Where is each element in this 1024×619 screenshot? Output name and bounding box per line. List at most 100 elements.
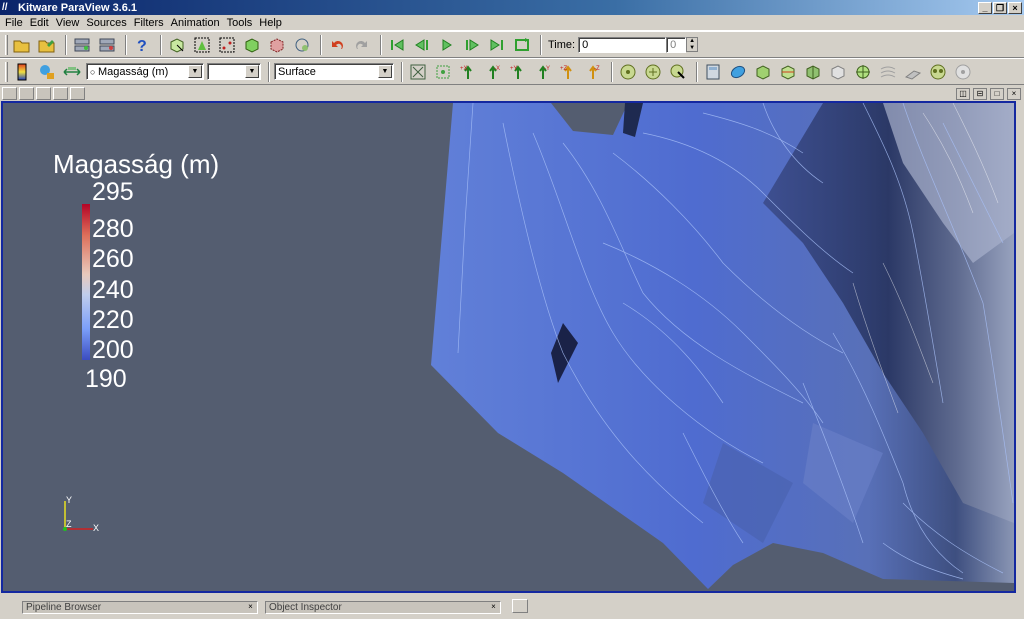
extract-subset-button[interactable] bbox=[827, 61, 849, 83]
help-button[interactable]: ? bbox=[131, 34, 153, 56]
glyph-filter-button[interactable] bbox=[852, 61, 874, 83]
representation-value: Surface bbox=[278, 65, 316, 78]
minimize-button[interactable]: _ bbox=[978, 1, 992, 14]
object-inspector-panel[interactable]: Object Inspector × bbox=[265, 601, 501, 614]
interact-button[interactable] bbox=[166, 34, 188, 56]
svg-text:+X: +X bbox=[460, 66, 468, 72]
previous-frame-button[interactable] bbox=[411, 34, 433, 56]
pipeline-browser-panel[interactable]: Pipeline Browser × bbox=[22, 601, 258, 614]
redo-button[interactable] bbox=[351, 34, 373, 56]
view-tool-1-button[interactable] bbox=[2, 87, 17, 100]
color-by-select[interactable]: ○ Magasság (m) ▼ bbox=[86, 63, 204, 80]
view-tool-3-button[interactable] bbox=[36, 87, 51, 100]
open-file-button[interactable] bbox=[11, 34, 33, 56]
select-points-through-button[interactable] bbox=[266, 34, 288, 56]
recent-file-button[interactable] bbox=[36, 34, 58, 56]
disconnect-button[interactable] bbox=[96, 34, 118, 56]
extract-level-button[interactable] bbox=[952, 61, 974, 83]
render-view[interactable]: Magasság (m) 295 280 260 240 220 200 190… bbox=[1, 101, 1016, 593]
group-datasets-button[interactable] bbox=[927, 61, 949, 83]
view-plus-x-button[interactable]: +X bbox=[457, 61, 479, 83]
group-datasets-icon bbox=[930, 64, 946, 79]
menu-edit[interactable]: Edit bbox=[28, 17, 54, 29]
play-button[interactable] bbox=[436, 34, 458, 56]
bottom-dock: Pipeline Browser × Object Inspector × bbox=[0, 595, 1024, 619]
close-button[interactable]: × bbox=[1008, 1, 1022, 14]
paraview-window: // Kitware ParaView 3.6.1 _ ❐ × File Edi… bbox=[0, 0, 1024, 619]
z-axis-label: Z bbox=[66, 519, 72, 529]
next-frame-button[interactable] bbox=[461, 34, 483, 56]
edit-color-map-button[interactable] bbox=[36, 61, 58, 83]
dock-toggle-button[interactable] bbox=[512, 599, 528, 613]
svg-text:+Z: +Z bbox=[560, 66, 568, 72]
undo-button[interactable] bbox=[326, 34, 348, 56]
toggle-color-legend-button[interactable] bbox=[11, 61, 33, 83]
pick-center-icon bbox=[670, 64, 685, 79]
pick-center-button[interactable] bbox=[667, 61, 689, 83]
view-minus-y-button[interactable]: -Y bbox=[532, 61, 554, 83]
y-axis-label: Y bbox=[66, 495, 72, 505]
rescale-arrows-icon bbox=[63, 66, 81, 76]
menu-sources[interactable]: Sources bbox=[84, 17, 131, 29]
view-plus-x-icon: +X bbox=[460, 64, 472, 79]
legend-tick-label: 240 bbox=[92, 276, 134, 304]
last-frame-icon bbox=[490, 38, 503, 51]
split-horizontal-button[interactable]: ◫ bbox=[956, 87, 970, 100]
stream-tracer-icon bbox=[880, 66, 896, 77]
connect-button[interactable] bbox=[71, 34, 93, 56]
select-points-on-button[interactable] bbox=[216, 34, 238, 56]
time-index-spinner[interactable]: ▲ ▼ bbox=[686, 37, 699, 52]
svg-text:-X: -X bbox=[494, 66, 500, 72]
restore-button[interactable]: ❐ bbox=[993, 1, 1007, 14]
calculator-filter-button[interactable] bbox=[702, 61, 724, 83]
server-connect-icon bbox=[74, 38, 90, 51]
menu-tools[interactable]: Tools bbox=[225, 17, 258, 29]
view-minus-x-icon: -X bbox=[489, 64, 500, 79]
first-frame-button[interactable] bbox=[386, 34, 408, 56]
view-minus-z-button[interactable]: -Z bbox=[582, 61, 604, 83]
menu-view[interactable]: View bbox=[54, 17, 85, 29]
view-plus-y-button[interactable]: +Y bbox=[507, 61, 529, 83]
menu-animation[interactable]: Animation bbox=[169, 17, 225, 29]
show-center-button[interactable] bbox=[617, 61, 639, 83]
view-minus-x-button[interactable]: -X bbox=[482, 61, 504, 83]
select-block-icon bbox=[295, 38, 309, 51]
time-label: Time: bbox=[548, 38, 576, 51]
reset-center-button[interactable] bbox=[642, 61, 664, 83]
display-toolbar: ○ Magasság (m) ▼ ▼ Surface ▼ +X -X +Y -Y bbox=[0, 58, 1024, 85]
rescale-range-button[interactable] bbox=[61, 61, 83, 83]
clip-filter-button[interactable] bbox=[752, 61, 774, 83]
svg-text:+Y: +Y bbox=[510, 66, 518, 72]
menu-file[interactable]: File bbox=[3, 17, 28, 29]
select-cells-on-button[interactable] bbox=[191, 34, 213, 56]
stream-tracer-button[interactable] bbox=[877, 61, 899, 83]
view-tool-4-button[interactable] bbox=[53, 87, 68, 100]
view-tool-2-button[interactable] bbox=[19, 87, 34, 100]
slice-filter-button[interactable] bbox=[777, 61, 799, 83]
time-input[interactable] bbox=[578, 36, 667, 53]
help-question-icon: ? bbox=[137, 38, 147, 54]
representation-select[interactable]: Surface ▼ bbox=[274, 63, 394, 80]
last-frame-button[interactable] bbox=[486, 34, 508, 56]
close-icon[interactable]: × bbox=[489, 603, 498, 612]
zoom-to-box-button[interactable] bbox=[432, 61, 454, 83]
svg-text:?: ? bbox=[137, 38, 147, 54]
component-select[interactable]: ▼ bbox=[207, 63, 261, 80]
warp-vector-button[interactable] bbox=[902, 61, 924, 83]
view-tool-5-button[interactable] bbox=[70, 87, 85, 100]
threshold-filter-button[interactable] bbox=[802, 61, 824, 83]
svg-text:-Z: -Z bbox=[594, 66, 600, 72]
split-vertical-button[interactable]: ⊟ bbox=[973, 87, 987, 100]
reset-camera-button[interactable] bbox=[407, 61, 429, 83]
close-icon[interactable]: × bbox=[246, 603, 255, 612]
loop-button[interactable] bbox=[511, 34, 533, 56]
maximize-view-button[interactable]: □ bbox=[990, 87, 1004, 100]
select-cells-through-button[interactable] bbox=[241, 34, 263, 56]
select-block-button[interactable] bbox=[291, 34, 313, 56]
contour-filter-button[interactable] bbox=[727, 61, 749, 83]
time-index-input[interactable] bbox=[666, 36, 687, 53]
menu-help[interactable]: Help bbox=[257, 17, 287, 29]
menu-filters[interactable]: Filters bbox=[132, 17, 169, 29]
view-plus-z-button[interactable]: +Z bbox=[557, 61, 579, 83]
close-view-button[interactable]: × bbox=[1007, 87, 1021, 100]
